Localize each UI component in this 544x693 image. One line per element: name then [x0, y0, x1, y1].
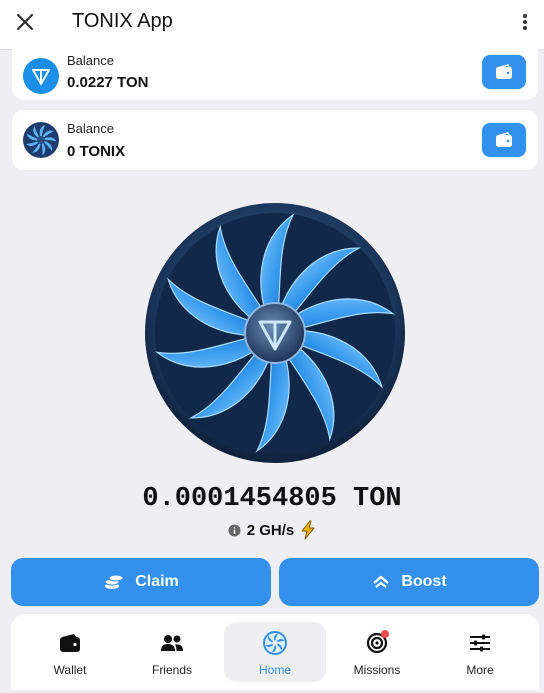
tonix-balance-value: 0 TONIX: [67, 143, 126, 160]
balance-label: Balance: [67, 121, 114, 136]
vertical-dots-icon: [523, 14, 527, 30]
balance-label: Balance: [67, 53, 114, 68]
claim-button[interactable]: Claim: [11, 558, 271, 606]
nav-more[interactable]: More: [429, 622, 531, 682]
close-button[interactable]: [12, 9, 38, 35]
target-icon: [364, 630, 390, 656]
nav-home-label: Home: [258, 663, 291, 677]
home-fan-icon: [262, 630, 288, 656]
tonix-fan-icon: [23, 122, 59, 158]
nav-wallet[interactable]: Wallet: [19, 622, 121, 682]
nav-wallet-label: Wallet: [53, 663, 87, 677]
ton-wallet-button[interactable]: [482, 55, 526, 89]
ton-balance-card: Balance 0.0227 TON: [12, 42, 538, 100]
wallet-icon: [496, 64, 512, 79]
more-options-button[interactable]: [514, 9, 536, 35]
info-icon[interactable]: [228, 524, 241, 537]
wallet-icon: [496, 132, 512, 147]
coins-stack-icon: [104, 574, 124, 589]
wallet-icon: [57, 630, 83, 656]
hash-rate-value: 2 GH/s: [246, 521, 295, 539]
lightning-icon: [301, 520, 315, 540]
nav-friends-label: Friends: [151, 663, 192, 677]
nav-missions[interactable]: Missions: [326, 622, 428, 682]
bottom-nav: Wallet Friends Home Missions More: [11, 614, 539, 690]
nav-friends[interactable]: Friends: [121, 622, 223, 682]
ton-logo-icon: [23, 58, 59, 94]
claim-label: Claim: [135, 573, 179, 590]
fan-miner-icon[interactable]: [143, 201, 407, 465]
close-icon: [16, 13, 34, 31]
ton-balance-value: 0.0227 TON: [67, 74, 149, 91]
hash-rate: 2 GH/s: [0, 520, 544, 540]
tonix-wallet-button[interactable]: [482, 123, 526, 157]
app-title: TONIX App: [72, 10, 173, 32]
nav-home[interactable]: Home: [224, 622, 326, 682]
nav-more-label: More: [466, 663, 494, 677]
nav-missions-label: Missions: [353, 663, 401, 677]
sliders-icon: [467, 630, 493, 656]
boost-arrows-icon: [373, 575, 390, 588]
mined-amount: 0.0001454805 TON: [142, 484, 402, 514]
missions-badge: [381, 630, 389, 638]
tonix-balance-card: Balance 0 TONIX: [12, 110, 538, 170]
friends-icon: [159, 630, 185, 656]
boost-button[interactable]: Boost: [279, 558, 539, 606]
boost-label: Boost: [401, 573, 447, 590]
